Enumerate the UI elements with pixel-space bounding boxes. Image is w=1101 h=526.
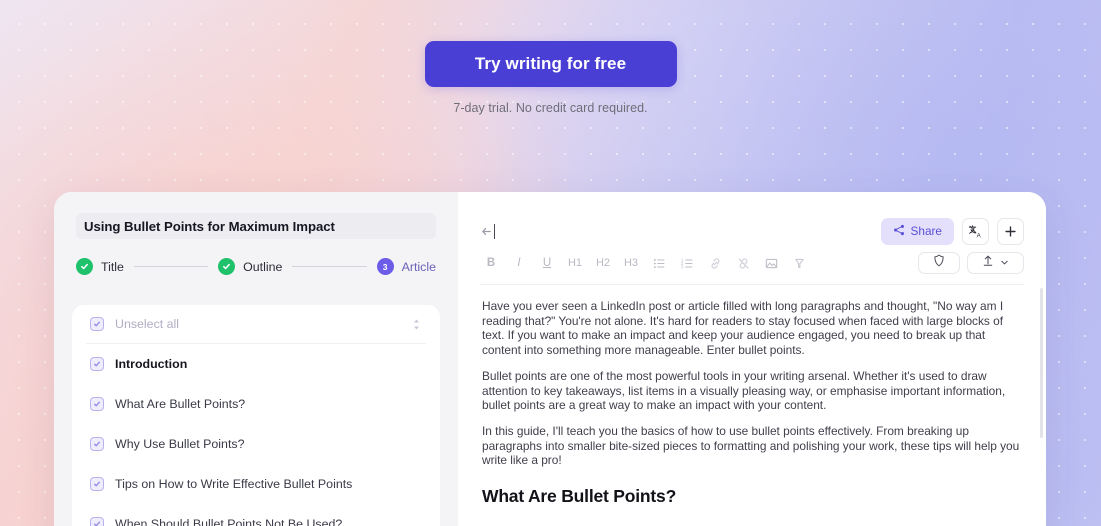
svg-text:A: A — [977, 232, 982, 239]
editor-pane: Share A B I U H1 H2 H3 1 2 3 Have you ev… — [458, 192, 1046, 526]
italic-glyph: I — [517, 257, 521, 269]
unselect-all-checkbox[interactable] — [90, 317, 104, 331]
outline-list-card: Unselect all Introduction What Are Bulle… — [72, 305, 440, 526]
outline-item-label: When Should Bullet Points Not Be Used? — [115, 517, 343, 526]
text-cursor — [494, 223, 495, 239]
underline-button[interactable]: U — [536, 252, 558, 274]
upload-icon — [982, 254, 994, 272]
sort-updown-icon[interactable] — [411, 318, 422, 331]
shield-button[interactable] — [918, 252, 960, 274]
formatting-toolbar: B I U H1 H2 H3 1 2 3 — [458, 244, 1046, 274]
link-button[interactable] — [704, 252, 726, 274]
editor-right-tools — [918, 252, 1024, 274]
outline-item-label: Introduction — [115, 357, 188, 371]
step-title-check-icon — [76, 258, 93, 275]
h3-glyph: H3 — [623, 257, 639, 269]
editor-scrollbar[interactable] — [1040, 288, 1043, 526]
outline-item-checkbox[interactable] — [90, 357, 104, 371]
italic-button[interactable]: I — [508, 252, 530, 274]
list-item[interactable]: What Are Bullet Points? — [86, 384, 426, 424]
translate-icon[interactable]: A — [962, 217, 989, 245]
unselect-all-label: Unselect all — [115, 317, 180, 331]
outline-header-row: Unselect all — [86, 305, 426, 344]
numbered-list-button[interactable]: 1 2 3 — [676, 252, 698, 274]
chevron-down-icon — [1000, 254, 1009, 272]
shield-icon — [933, 254, 945, 272]
app-window-card: Using Bullet Points for Maximum Impact T… — [54, 192, 1046, 526]
image-button[interactable] — [760, 252, 782, 274]
step-article-label: Article — [401, 259, 436, 274]
document-title-text: Using Bullet Points for Maximum Impact — [84, 218, 335, 234]
editor-actions: Share A — [880, 217, 1024, 245]
heading-3-button[interactable]: H3 — [620, 252, 642, 274]
outline-item-checkbox[interactable] — [90, 477, 104, 491]
outline-item-label: Tips on How to Write Effective Bullet Po… — [115, 477, 353, 491]
outline-item-label: What Are Bullet Points? — [115, 397, 246, 411]
step-title-label: Title — [101, 259, 124, 274]
h2-glyph: H2 — [595, 257, 611, 269]
outline-item-checkbox[interactable] — [90, 397, 104, 411]
paragraph: In this guide, I'll teach you the basics… — [482, 423, 1020, 468]
share-button[interactable]: Share — [880, 217, 954, 245]
heading-1-button[interactable]: H1 — [564, 252, 586, 274]
bold-button[interactable]: B — [480, 252, 502, 274]
hero-section: Try writing for free 7-day trial. No cre… — [0, 0, 1101, 190]
step-title[interactable]: Title — [76, 258, 124, 275]
step-outline-check-icon — [218, 258, 236, 275]
plus-icon[interactable] — [997, 217, 1024, 245]
document-editor-body[interactable]: Have you ever seen a LinkedIn post or ar… — [458, 285, 1046, 526]
progress-stepper: Title Outline 3 Article — [76, 258, 436, 275]
underline-glyph: U — [542, 257, 552, 269]
trial-subtext: 7-day trial. No credit card required. — [453, 101, 648, 115]
editor-top-bar: Share A — [458, 192, 1046, 245]
clear-format-button[interactable] — [788, 252, 810, 274]
list-item[interactable]: Tips on How to Write Effective Bullet Po… — [86, 464, 426, 504]
list-item[interactable]: Why Use Bullet Points? — [86, 424, 426, 464]
h1-glyph: H1 — [567, 257, 583, 269]
back-arrow-icon[interactable] — [480, 223, 495, 239]
outline-item-checkbox[interactable] — [90, 437, 104, 451]
scrollbar-thumb[interactable] — [1040, 288, 1043, 438]
outline-sidebar: Using Bullet Points for Maximum Impact T… — [54, 192, 458, 526]
step-article[interactable]: 3 Article — [376, 258, 436, 275]
share-nodes-icon — [893, 224, 905, 239]
share-button-label: Share — [910, 224, 942, 238]
step-outline[interactable]: Outline — [218, 258, 282, 275]
outline-item-checkbox[interactable] — [90, 517, 104, 526]
heading-2-button[interactable]: H2 — [592, 252, 614, 274]
export-button[interactable] — [967, 252, 1024, 274]
step-connector-1 — [133, 266, 209, 267]
section-heading: What Are Bullet Points? — [482, 486, 677, 507]
svg-text:3: 3 — [681, 264, 684, 269]
paragraph: Have you ever seen a LinkedIn post or ar… — [482, 299, 1004, 358]
unlink-button[interactable] — [732, 252, 754, 274]
outline-item-label: Why Use Bullet Points? — [115, 437, 245, 451]
try-writing-for-free-button[interactable]: Try writing for free — [424, 41, 677, 87]
step-outline-label: Outline — [243, 259, 283, 274]
step-connector-2 — [292, 266, 367, 267]
bold-glyph: B — [486, 257, 496, 269]
paragraph: Bullet points are one of the most powerf… — [482, 368, 1006, 413]
list-item[interactable]: When Should Bullet Points Not Be Used? — [86, 504, 426, 526]
page-background: Try writing for free 7-day trial. No cre… — [0, 0, 1101, 526]
step-article-number-badge: 3 — [376, 258, 394, 275]
bullet-list-button[interactable] — [648, 252, 670, 274]
list-item[interactable]: Introduction — [86, 344, 426, 384]
document-title-input[interactable]: Using Bullet Points for Maximum Impact — [76, 213, 436, 239]
